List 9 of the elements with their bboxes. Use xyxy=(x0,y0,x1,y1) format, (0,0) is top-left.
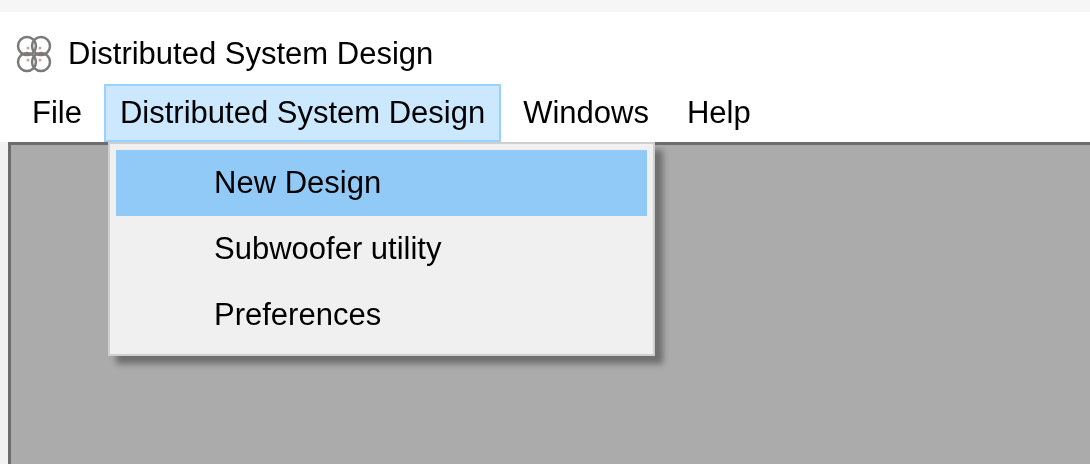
menu-item[interactable]: Distributed System Design xyxy=(103,84,502,142)
menu-item[interactable]: Windows xyxy=(507,84,665,142)
dropdown-item[interactable]: Subwoofer utility xyxy=(116,216,647,282)
menu-item[interactable]: Help xyxy=(670,84,767,142)
window-title: Distributed System Design xyxy=(68,36,434,72)
dropdown-item[interactable]: Preferences xyxy=(116,282,647,348)
app-icon xyxy=(14,34,54,74)
menu-item[interactable]: File xyxy=(16,84,98,142)
dropdown-item[interactable]: New Design xyxy=(116,150,647,216)
